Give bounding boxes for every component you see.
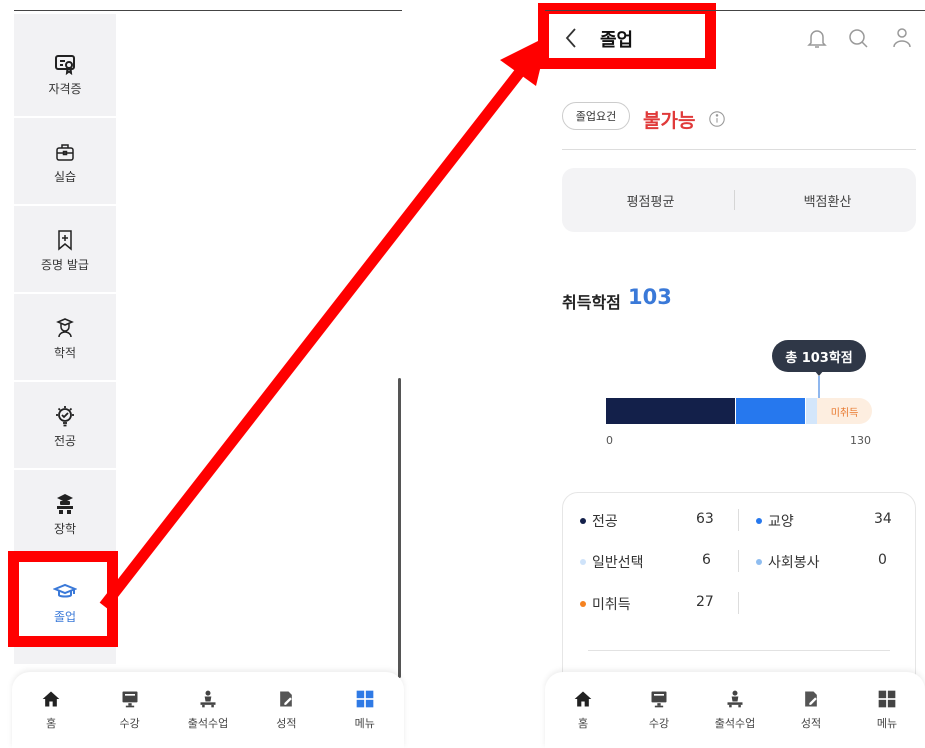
chevron-left-icon bbox=[565, 28, 576, 48]
progress-min-label: 0 bbox=[606, 434, 613, 447]
legend-value: 63 bbox=[696, 511, 714, 527]
legend-label: 교양 bbox=[768, 514, 794, 530]
legend-value: 6 bbox=[702, 552, 711, 568]
nav-menu[interactable]: 메뉴 bbox=[857, 689, 917, 731]
earned-credits-label: 취득학점 bbox=[562, 293, 621, 312]
graduation-requirement-chip: 졸업요건 bbox=[562, 102, 630, 130]
bottom-navigation-bar: 홈 수강 출석수업 성적 메뉴 bbox=[545, 672, 925, 748]
legend-label: 사회봉사 bbox=[768, 555, 820, 571]
progress-max-label: 130 bbox=[850, 434, 871, 447]
legend-label: 전공 bbox=[592, 514, 618, 530]
legend-item-social-service: 사회봉사 bbox=[756, 552, 820, 572]
legend-item-major: 전공 bbox=[580, 511, 618, 531]
legend-dot bbox=[756, 518, 762, 524]
total-credits-tooltip: 총 103학점 bbox=[772, 340, 866, 372]
progress-segment bbox=[805, 398, 817, 424]
progress-segment: 미취득 bbox=[817, 398, 872, 424]
legend-value: 34 bbox=[874, 511, 892, 527]
legend-dot bbox=[580, 559, 586, 565]
legend-dot bbox=[580, 601, 586, 607]
grade-tabs: 평점평균 백점환산 bbox=[562, 168, 916, 232]
legend-dot bbox=[580, 518, 586, 524]
graduation-status: 불가능 bbox=[643, 110, 696, 132]
legend-separator bbox=[738, 509, 739, 531]
highlight-box-graduation-menu bbox=[8, 551, 118, 647]
legend-label: 일반선택 bbox=[592, 555, 644, 571]
legend-value: 27 bbox=[696, 594, 714, 610]
search-icon[interactable] bbox=[846, 26, 870, 50]
page-title: 졸업 bbox=[600, 30, 634, 51]
tooltip-pointer-line bbox=[818, 376, 820, 398]
grade-icon bbox=[805, 691, 817, 707]
back-button[interactable] bbox=[564, 27, 578, 55]
progress-segment-label: 미취득 bbox=[830, 408, 859, 419]
credits-progress-bar: 미취득 bbox=[606, 398, 872, 424]
menu-grid-icon bbox=[878, 690, 896, 708]
divider bbox=[588, 650, 890, 651]
info-icon[interactable] bbox=[708, 110, 726, 128]
nav-label: 출석수업 bbox=[714, 717, 756, 730]
divider bbox=[562, 149, 916, 150]
legend-dot bbox=[756, 559, 762, 565]
lecture-icon bbox=[727, 690, 743, 708]
top-divider bbox=[545, 10, 925, 11]
legend-value: 0 bbox=[878, 552, 887, 568]
legend-label: 미취득 bbox=[592, 597, 631, 613]
legend-separator bbox=[738, 550, 739, 572]
tab-gpa[interactable]: 평점평균 bbox=[562, 191, 739, 210]
user-icon[interactable] bbox=[890, 26, 914, 50]
nav-home[interactable]: 홈 bbox=[553, 689, 613, 731]
tab-percentage[interactable]: 백점환산 bbox=[739, 191, 916, 210]
nav-courses[interactable]: 수강 bbox=[629, 689, 689, 731]
home-icon bbox=[574, 691, 592, 707]
progress-segment bbox=[606, 398, 735, 424]
nav-label: 홈 bbox=[577, 717, 589, 730]
tab-separator bbox=[734, 190, 735, 210]
legend-item-not-earned: 미취득 bbox=[580, 594, 631, 614]
nav-label: 성적 bbox=[800, 717, 822, 730]
monitor-icon bbox=[651, 691, 667, 708]
nav-label: 수강 bbox=[648, 717, 670, 730]
earned-credits-value: 103 bbox=[628, 285, 672, 309]
bell-icon[interactable] bbox=[805, 26, 829, 50]
progress-segment bbox=[735, 398, 805, 424]
nav-grades[interactable]: 성적 bbox=[781, 689, 841, 731]
legend-item-general-elective: 일반선택 bbox=[580, 552, 644, 572]
legend-separator bbox=[738, 592, 739, 614]
nav-label: 메뉴 bbox=[876, 717, 898, 730]
legend-item-general-education: 교양 bbox=[756, 511, 794, 531]
nav-attendance-class[interactable]: 출석수업 bbox=[705, 689, 765, 731]
